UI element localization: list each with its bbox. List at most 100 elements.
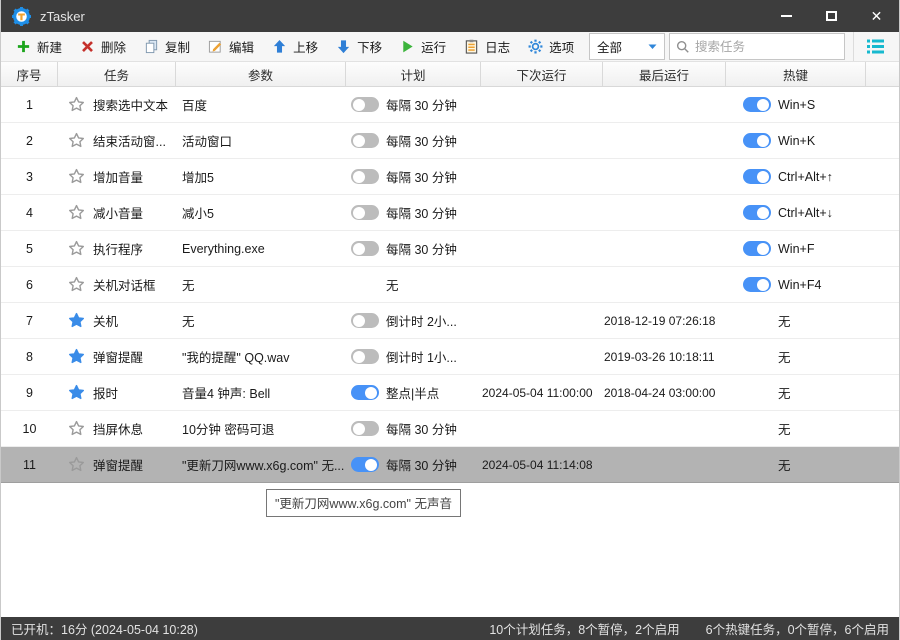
toggle-off[interactable] bbox=[351, 313, 379, 328]
star-outline-icon[interactable] bbox=[68, 240, 85, 257]
copy-icon bbox=[145, 39, 158, 54]
row-number: 11 bbox=[23, 457, 36, 472]
filler-cell bbox=[866, 123, 899, 158]
toolbar-button-plus[interactable]: 新建 bbox=[9, 33, 69, 60]
next-run-cell bbox=[481, 339, 603, 374]
toggle-on[interactable] bbox=[743, 241, 771, 256]
star-outline-icon[interactable] bbox=[68, 132, 85, 149]
table-row[interactable]: 5 执行程序 Everything.exe 每隔 30 分钟 Win+F bbox=[1, 231, 899, 267]
table-row[interactable]: 9 报时 音量4 钟声: Bell 整点|半点 2024-05-04 11:00:00… bbox=[1, 375, 899, 411]
close-button[interactable]: ✕ bbox=[854, 0, 899, 32]
hotkey-text: 无 bbox=[778, 459, 791, 473]
toggle-on[interactable] bbox=[743, 277, 771, 292]
toggle-off[interactable] bbox=[351, 421, 379, 436]
last-run-cell: 2019-03-26 10:18:11 bbox=[604, 349, 715, 364]
table-row[interactable]: 11 弹窗提醒 "更新刀网www.x6g.com" 无... 每隔 30 分钟 202… bbox=[1, 447, 899, 483]
toggle-off[interactable] bbox=[351, 349, 379, 364]
task-cell: 减小音量 bbox=[58, 195, 176, 230]
filler-cell bbox=[866, 267, 899, 302]
toolbar-button-label: 复制 bbox=[165, 41, 191, 55]
toggle-on[interactable] bbox=[743, 133, 771, 148]
last-run-cell: 2018-04-24 03:00:00 bbox=[604, 385, 716, 400]
column-header-hotkey[interactable]: 热键 bbox=[726, 62, 866, 86]
star-outline-icon[interactable] bbox=[68, 96, 85, 113]
column-header-num[interactable]: 序号 bbox=[1, 62, 58, 86]
table-row[interactable]: 10 挡屏休息 10分钟 密码可退 每隔 30 分钟 无 bbox=[1, 411, 899, 447]
plan-cell: 每隔 30 分钟 bbox=[346, 87, 481, 122]
toolbar-button-log[interactable]: 日志 bbox=[457, 33, 517, 60]
row-number: 4 bbox=[26, 205, 33, 220]
toggle-on[interactable] bbox=[351, 385, 379, 400]
task-name: 报时 bbox=[93, 387, 119, 401]
star-outline-icon[interactable] bbox=[68, 168, 85, 185]
toolbar-button-label: 下移 bbox=[357, 41, 383, 55]
star-filled-icon[interactable] bbox=[68, 348, 85, 365]
star-outline-icon[interactable] bbox=[68, 276, 85, 293]
toggle-off[interactable] bbox=[351, 241, 379, 256]
table-row[interactable]: 7 关机 无 倒计时 2小... 2018-12-19 07:26:18 无 bbox=[1, 303, 899, 339]
plus-icon bbox=[17, 40, 30, 53]
column-header-task[interactable]: 任务 bbox=[58, 62, 176, 86]
params-cell: 无 bbox=[182, 279, 195, 293]
star-outline-icon[interactable] bbox=[68, 204, 85, 221]
filler-cell bbox=[866, 411, 899, 446]
toggle-on[interactable] bbox=[351, 457, 379, 472]
toggle-off[interactable] bbox=[351, 205, 379, 220]
search-input[interactable] bbox=[695, 39, 838, 54]
toggle-off[interactable] bbox=[351, 133, 379, 148]
maximize-button[interactable] bbox=[809, 0, 854, 32]
toggle-off[interactable] bbox=[351, 97, 379, 112]
table-row[interactable]: 6 关机对话框 无 无 Win+F4 bbox=[1, 267, 899, 303]
toolbar-button-arrow-up[interactable]: 上移 bbox=[265, 33, 325, 60]
plan-text: 无 bbox=[386, 279, 399, 293]
table-row[interactable]: 1 搜索选中文本 百度 每隔 30 分钟 Win+S bbox=[1, 87, 899, 123]
star-outline-icon[interactable] bbox=[68, 456, 85, 473]
toggle-on[interactable] bbox=[743, 205, 771, 220]
toggle-on[interactable] bbox=[743, 169, 771, 184]
hotkey-cell: Ctrl+Alt+↓ bbox=[726, 195, 866, 230]
task-name: 关机对话框 bbox=[93, 279, 156, 293]
star-filled-icon[interactable] bbox=[68, 384, 85, 401]
table-row[interactable]: 2 结束活动窗... 活动窗口 每隔 30 分钟 Win+K bbox=[1, 123, 899, 159]
hotkey-cell: 无 bbox=[726, 303, 866, 338]
filler-cell bbox=[866, 231, 899, 266]
task-name: 关机 bbox=[93, 315, 119, 329]
column-header-plan[interactable]: 计划 bbox=[346, 62, 481, 86]
toolbar-button-copy[interactable]: 复制 bbox=[137, 33, 197, 60]
arrow-up-icon bbox=[273, 39, 286, 53]
toolbar-buttons: 新建 删除 复制 编辑 上移 下移 运行 日志 选项 bbox=[9, 33, 585, 60]
toolbar-button-arrow-down[interactable]: 下移 bbox=[329, 33, 389, 60]
tooltip: "更新刀网www.x6g.com" 无声音 bbox=[266, 489, 461, 517]
star-outline-icon[interactable] bbox=[68, 420, 85, 437]
row-number: 6 bbox=[26, 277, 33, 292]
star-filled-icon[interactable] bbox=[68, 312, 85, 329]
filter-dropdown[interactable]: 全部 bbox=[589, 33, 665, 60]
minimize-button[interactable] bbox=[764, 0, 809, 32]
task-name: 弹窗提醒 bbox=[93, 459, 144, 473]
next-run-cell bbox=[481, 267, 603, 302]
plan-text: 每隔 30 分钟 bbox=[386, 243, 457, 257]
window-title: zTasker bbox=[40, 8, 85, 24]
table-row[interactable]: 4 减小音量 减小5 每隔 30 分钟 Ctrl+Alt+↓ bbox=[1, 195, 899, 231]
table-row[interactable]: 8 弹窗提醒 "我的提醒" QQ.wav 倒计时 1小... 2019-03-26 1… bbox=[1, 339, 899, 375]
hotkey-text: 无 bbox=[778, 351, 791, 365]
view-list-button[interactable] bbox=[853, 32, 893, 61]
toolbar-button-gear[interactable]: 选项 bbox=[521, 33, 581, 60]
toolbar-button-play[interactable]: 运行 bbox=[393, 33, 453, 60]
row-number: 1 bbox=[26, 97, 33, 112]
last-run-cell bbox=[603, 411, 726, 446]
task-name: 结束活动窗... bbox=[93, 135, 166, 149]
toolbar-button-delete-x[interactable]: 删除 bbox=[73, 33, 133, 60]
plan-cell: 倒计时 1小... bbox=[346, 339, 481, 374]
column-header-last[interactable]: 最后运行 bbox=[603, 62, 726, 86]
search-box bbox=[669, 33, 845, 60]
table-row[interactable]: 3 增加音量 增加5 每隔 30 分钟 Ctrl+Alt+↑ bbox=[1, 159, 899, 195]
toolbar-button-edit[interactable]: 编辑 bbox=[201, 33, 261, 60]
filler-cell bbox=[866, 375, 899, 410]
toggle-on[interactable] bbox=[743, 97, 771, 112]
filler-cell bbox=[866, 447, 899, 482]
toggle-off[interactable] bbox=[351, 169, 379, 184]
column-header-next[interactable]: 下次运行 bbox=[481, 62, 603, 86]
next-run-cell bbox=[481, 231, 603, 266]
column-header-params[interactable]: 参数 bbox=[176, 62, 346, 86]
